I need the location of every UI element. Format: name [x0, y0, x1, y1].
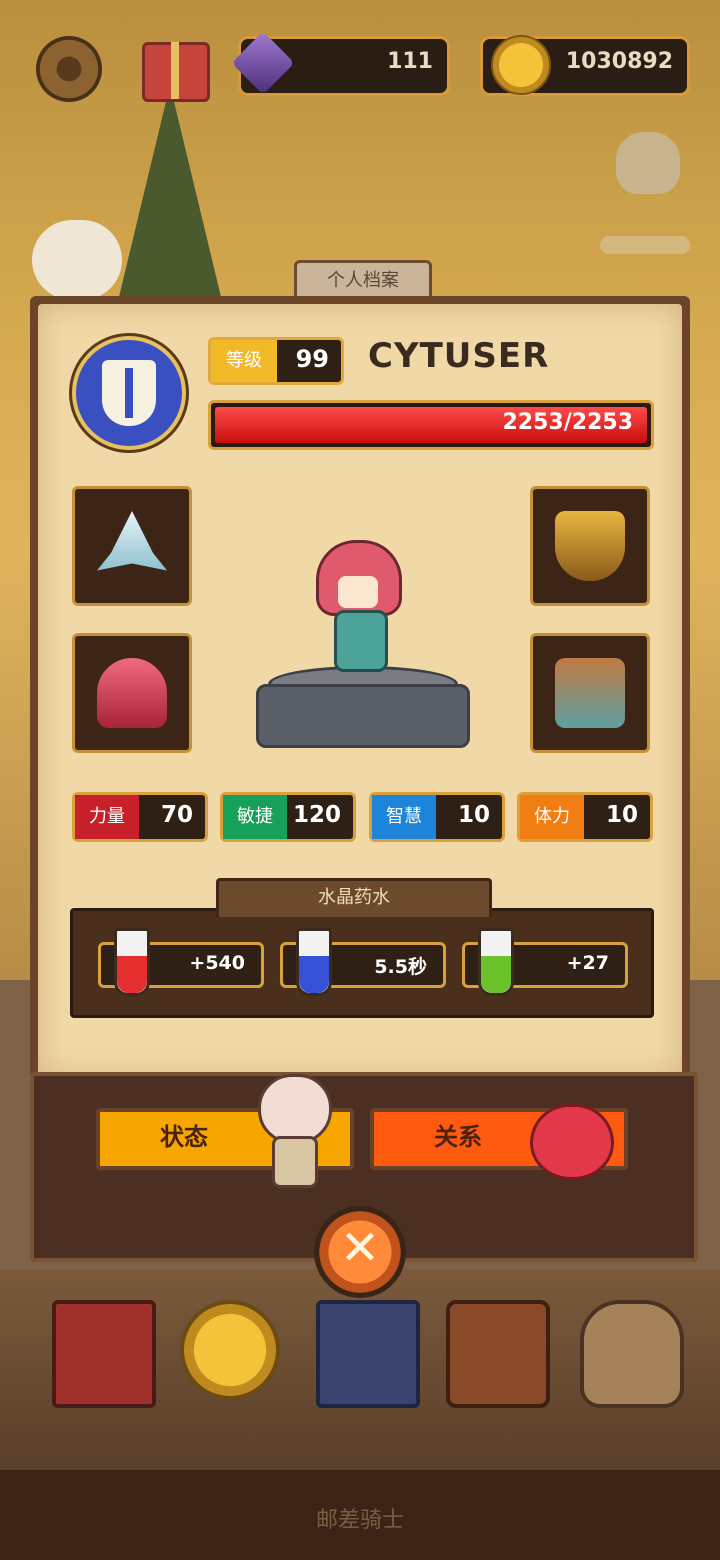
pedestal-body [256, 684, 470, 748]
gem-count: 111 [387, 49, 433, 74]
helmet-slot[interactable] [72, 633, 192, 753]
potion-tab-title: 水晶药水 [318, 887, 390, 908]
footer-title: 邮差骑士 [315, 1508, 404, 1533]
settings-gear-icon[interactable] [36, 36, 102, 102]
companion-body [272, 1136, 318, 1188]
gold-coin-icon [491, 35, 551, 95]
scroll-bubble-icon[interactable] [32, 220, 122, 300]
hp-text: 2253/2253 [502, 410, 634, 435]
companion-character [256, 1074, 332, 1188]
potion-value: +27 [566, 952, 609, 974]
card-deck-menu-icon[interactable] [316, 1300, 420, 1408]
red-hp-potion-icon [114, 928, 150, 996]
spellbook-menu-icon[interactable] [52, 1300, 156, 1408]
gift-box-icon[interactable] [142, 42, 210, 102]
hero-body [334, 610, 388, 672]
stone-pedestal [248, 666, 472, 750]
weapon-slot[interactable] [72, 486, 192, 606]
potion-value: 5.5秒 [374, 956, 427, 978]
stat-value: 120 [292, 802, 341, 828]
armor-slot[interactable] [530, 633, 650, 753]
spear-tip-icon [97, 511, 167, 571]
pink-helmet-icon [97, 658, 167, 728]
stat-label-box: 敏捷 [223, 795, 287, 839]
leather-armor-icon [555, 658, 625, 728]
star-coin-menu-icon[interactable] [180, 1300, 280, 1400]
stat-label: 力量 [89, 806, 125, 827]
loot-bag-icon[interactable] [616, 132, 680, 194]
stat-value: 10 [457, 802, 490, 828]
gem-counter[interactable]: 111 [231, 31, 450, 96]
profile-tab-title: 个人档案 [327, 270, 399, 291]
golden-shield-icon [555, 511, 625, 581]
stat-label: 敏捷 [237, 806, 273, 827]
cloud [600, 236, 690, 254]
player-name: CYTUSER [368, 336, 550, 376]
companion-head [258, 1074, 332, 1144]
level-tag: 等级 [211, 340, 277, 382]
level-label: 等级 [226, 350, 262, 371]
stat-wisdom: 智慧 10 [369, 792, 505, 842]
close-button[interactable]: ✕ [314, 1206, 406, 1298]
potion-liquid [117, 955, 147, 993]
potion-liquid [481, 955, 511, 993]
stat-stamina: 体力 10 [517, 792, 653, 842]
guild-shield-emblem-icon[interactable] [72, 336, 186, 450]
shield-slot[interactable] [530, 486, 650, 606]
treasure-sack-menu-icon[interactable] [580, 1300, 684, 1408]
stat-label-box: 力量 [75, 795, 139, 839]
stat-label-box: 体力 [520, 795, 584, 839]
hp-bar: 2253/2253 [208, 400, 654, 450]
potion-liquid [299, 955, 329, 993]
potion-tab: 水晶药水 [216, 878, 492, 917]
stat-strength: 力量 70 [72, 792, 208, 842]
heart-shape [530, 1104, 614, 1180]
potion-value: +540 [189, 952, 245, 974]
shield-icon [102, 360, 156, 426]
hero-face [338, 576, 378, 608]
stat-label-box: 智慧 [372, 795, 436, 839]
level-badge: 等级 99 [208, 337, 344, 385]
gold-counter[interactable]: 1030892 [480, 35, 690, 96]
green-sword-potion-icon [478, 928, 514, 996]
stat-agility: 敏捷 120 [220, 792, 356, 842]
gold-count: 1030892 [565, 49, 673, 74]
inventory-chest-menu-icon[interactable] [446, 1300, 550, 1408]
stat-label: 智慧 [386, 806, 422, 827]
stat-value: 70 [160, 802, 193, 828]
level-value: 99 [295, 345, 329, 373]
close-x-icon: ✕ [339, 1220, 381, 1276]
heart-icon [520, 1094, 624, 1184]
gem-icon [231, 31, 295, 95]
blue-hourglass-potion-icon [296, 928, 332, 996]
stat-value: 10 [605, 802, 638, 828]
hero-character[interactable] [306, 540, 406, 672]
stat-label: 体力 [534, 806, 570, 827]
